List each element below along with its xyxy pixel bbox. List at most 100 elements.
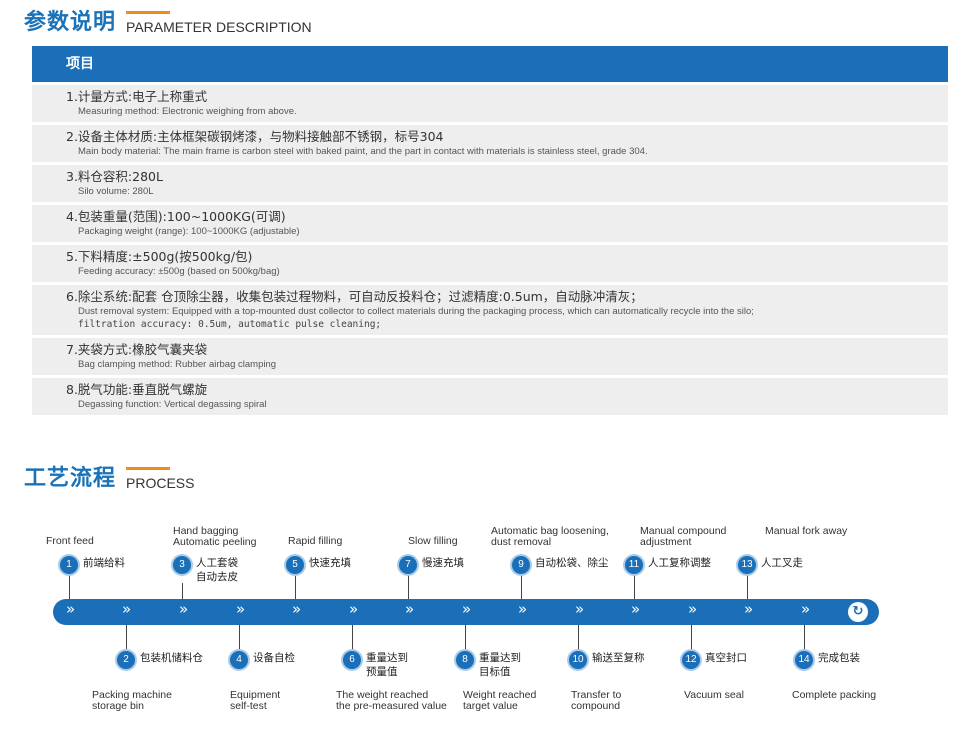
arrow-icon: » [575, 600, 584, 618]
process-step: 3 人工套袋 自动去皮 [173, 556, 238, 584]
step-label: 前端给料 [83, 557, 125, 569]
table-row: 4.包装重量(范围):100~1000KG(可调) Packaging weig… [32, 205, 948, 242]
cycle-icon: ↻ [848, 602, 868, 622]
step-12-en: Vacuum seal [684, 689, 744, 701]
row-en: Packaging weight (range): 100~1000KG (ad… [78, 226, 300, 237]
arrow-icon: » [122, 600, 131, 618]
step-8-en: Weight reached target value [463, 689, 537, 712]
process-step: 11 人工复称调整 [625, 556, 711, 574]
step-14-en: Complete packing [792, 689, 877, 701]
process-step: 6 重量达到 预量值 [343, 651, 408, 679]
step-3-en: Hand bagging Automatic peeling [173, 525, 257, 548]
arrow-icon: » [349, 600, 358, 618]
arrow-icon: » [179, 600, 188, 618]
arrow-icon: » [801, 600, 810, 618]
step-label: 完成包装 [818, 652, 860, 664]
step-7-en: Slow filling [408, 535, 458, 547]
row-en: Measuring method: Electronic weighing fr… [78, 106, 297, 117]
arrow-icon: » [66, 600, 75, 618]
row-cn: 5.下料精度:±500g(按500kg/包) [66, 249, 253, 264]
step-number: 4 [230, 651, 248, 669]
row-en: Feeding accuracy: ±500g (based on 500kg/… [78, 266, 280, 277]
arrow-icon: » [292, 600, 301, 618]
step-number: 5 [286, 556, 304, 574]
row-en: Silo volume: 280L [78, 186, 154, 197]
step-number: 1 [60, 556, 78, 574]
step-number: 13 [738, 556, 756, 574]
table-row: 6.除尘系统:配套 仓顶除尘器，收集包装过程物料，可自动反投料仓；过滤精度:0.… [32, 285, 948, 335]
table-row: 3.料仓容积:280L Silo volume: 280L [32, 165, 948, 202]
step-number: 9 [512, 556, 530, 574]
step-label: 人工套袋 自动去皮 [196, 557, 238, 583]
step-label: 重量达到 目标值 [479, 652, 521, 678]
table-row: 7.夹袋方式:橡胶气囊夹袋 Bag clamping method: Rubbe… [32, 338, 948, 375]
row-cn: 1.计量方式:电子上称重式 [66, 89, 208, 104]
arrow-icon: » [744, 600, 753, 618]
row-cn: 8.脱气功能:垂直脱气螺旋 [66, 382, 208, 397]
process-title-cn: 工艺流程 [24, 466, 117, 491]
step-label: 人工叉走 [761, 557, 803, 569]
step-label: 自动松袋、除尘 [535, 557, 609, 569]
step-label: 重量达到 预量值 [366, 652, 408, 678]
step-2-en: Packing machine storage bin [92, 689, 172, 712]
step-5-en: Rapid filling [288, 535, 343, 547]
step-number: 12 [682, 651, 700, 669]
row-en: Dust removal system: Equipped with a top… [78, 306, 754, 317]
step-4-en: Equipment self-test [230, 689, 281, 712]
step-label: 快速充填 [309, 557, 351, 569]
arrow-icon: » [688, 600, 697, 618]
process-title-en: PROCESS [126, 475, 195, 491]
row-en: Bag clamping method: Rubber airbag clamp… [78, 359, 277, 370]
table-row: 8.脱气功能:垂直脱气螺旋 Degassing function: Vertic… [32, 378, 948, 415]
table-header: 项目 [32, 46, 948, 82]
process-step: 2 包装机储料仓 [117, 651, 203, 669]
step-number: 7 [399, 556, 417, 574]
parameter-title-cn: 参数说明 [24, 10, 117, 35]
step-number: 11 [625, 556, 643, 574]
step-9-en: Automatic bag loosening, dust removal [491, 525, 609, 548]
row-cn: 2.设备主体材质:主体框架碳钢烤漆，与物料接触部不锈钢，标号304 [66, 129, 444, 144]
process-step: 9 自动松袋、除尘 [512, 556, 609, 574]
arrow-icon: » [518, 600, 527, 618]
row-cn: 6.除尘系统:配套 仓顶除尘器，收集包装过程物料，可自动反投料仓；过滤精度:0.… [66, 289, 643, 304]
row-cn: 4.包装重量(范围):100~1000KG(可调) [66, 209, 286, 224]
process-step: 13 人工叉走 [738, 556, 803, 574]
row-en: Degassing function: Vertical degassing s… [78, 399, 267, 410]
process-step: 12 真空封口 [682, 651, 747, 669]
table-row: 5.下料精度:±500g(按500kg/包) Feeding accuracy:… [32, 245, 948, 282]
step-label: 输送至复称 [592, 652, 645, 664]
process-step: 1 前端给料 [60, 556, 125, 574]
arrow-icon: » [631, 600, 640, 618]
step-1-en: Front feed [46, 535, 94, 547]
process-step: 10 输送至复称 [569, 651, 645, 669]
step-number: 14 [795, 651, 813, 669]
table-row: 1.计量方式:电子上称重式 Measuring method: Electron… [32, 85, 948, 122]
process-step: 7 慢速充填 [399, 556, 464, 574]
row-en-continued: filtration accuracy: 0.5um, automatic pu… [78, 319, 382, 330]
process-step: 14 完成包装 [795, 651, 860, 669]
parameter-table: 项目 1.计量方式:电子上称重式 Measuring method: Elect… [32, 46, 948, 415]
step-label: 人工复称调整 [648, 557, 711, 569]
step-label: 包装机储料仓 [140, 652, 203, 664]
row-cn: 3.料仓容积:280L [66, 169, 163, 184]
step-number: 3 [173, 556, 191, 574]
row-cn: 7.夹袋方式:橡胶气囊夹袋 [66, 342, 208, 357]
process-step: 8 重量达到 目标值 [456, 651, 521, 679]
row-en: Main body material: The main frame is ca… [78, 146, 648, 157]
arrow-icon: » [236, 600, 245, 618]
step-13-en: Manual fork away [765, 525, 848, 537]
step-number: 8 [456, 651, 474, 669]
step-label: 真空封口 [705, 652, 747, 664]
step-11-en: Manual compound adjustment [640, 525, 727, 548]
step-10-en: Transfer to compound [571, 689, 622, 712]
step-number: 10 [569, 651, 587, 669]
step-number: 6 [343, 651, 361, 669]
parameter-section-title: 参数说明 PARAMETER DESCRIPTION [24, 10, 312, 36]
parameter-title-en: PARAMETER DESCRIPTION [126, 19, 312, 35]
step-label: 设备自检 [253, 652, 295, 664]
process-step: 4 设备自检 [230, 651, 295, 669]
process-section-title: 工艺流程 PROCESS [24, 466, 194, 492]
step-number: 2 [117, 651, 135, 669]
arrow-icon: » [462, 600, 471, 618]
process-step: 5 快速充填 [286, 556, 351, 574]
